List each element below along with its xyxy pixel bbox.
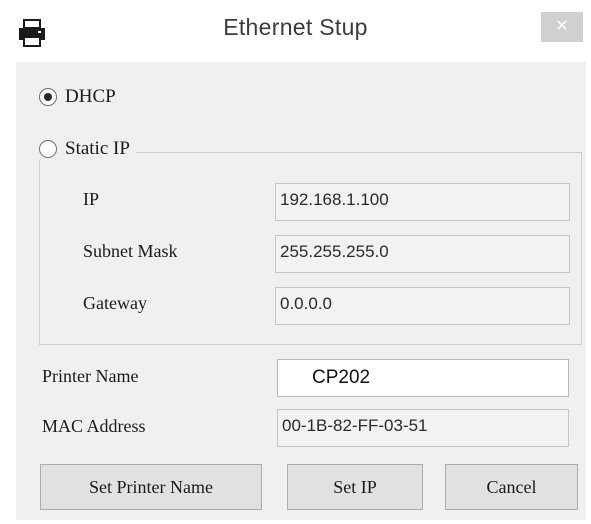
static-ip-group: IP 192.168.1.100 Subnet Mask 255.255.255… [39, 152, 582, 345]
dhcp-radio[interactable] [39, 88, 57, 106]
ip-label: IP [83, 189, 100, 209]
subnet-mask-field[interactable]: 255.255.255.0 [275, 235, 570, 273]
ip-field[interactable]: 192.168.1.100 [275, 183, 570, 221]
dhcp-label: DHCP [65, 86, 116, 107]
set-printer-name-button[interactable]: Set Printer Name [40, 464, 262, 510]
static-ip-radio[interactable] [39, 140, 57, 158]
title-bar: Ethernet Stup ✕ [0, 0, 591, 62]
static-ip-radio-option[interactable]: Static IP [35, 138, 136, 160]
gateway-label: Gateway [83, 293, 147, 313]
set-ip-button[interactable]: Set IP [287, 464, 423, 510]
subnet-mask-label: Subnet Mask [83, 241, 178, 261]
cancel-button[interactable]: Cancel [445, 464, 578, 510]
dialog-body: DHCP IP 192.168.1.100 Subnet Mask 255.25… [16, 62, 586, 520]
gateway-field[interactable]: 0.0.0.0 [275, 287, 570, 325]
printer-name-label: Printer Name [42, 366, 139, 386]
window-title: Ethernet Stup [223, 14, 368, 40]
dhcp-radio-option[interactable]: DHCP [39, 86, 116, 108]
close-button[interactable]: ✕ [541, 12, 583, 42]
static-ip-label: Static IP [65, 138, 130, 159]
mac-address-label: MAC Address [42, 416, 146, 436]
ethernet-setup-dialog: Ethernet Stup ✕ DHCP IP 192.168.1.100 Su… [0, 0, 591, 524]
printer-name-field[interactable]: CP202 [277, 359, 569, 397]
mac-address-field: 00-1B-82-FF-03-51 [277, 409, 569, 447]
close-icon: ✕ [555, 16, 569, 35]
